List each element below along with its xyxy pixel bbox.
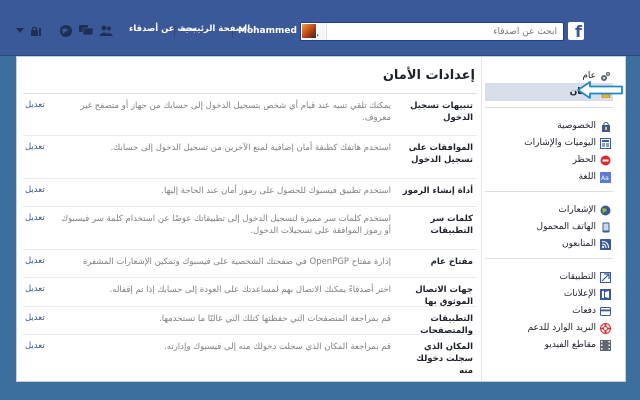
payments-icon xyxy=(600,306,611,317)
notifications-globe-icon[interactable] xyxy=(58,23,74,39)
settings-sidebar: عام الأمان الخصوصية اليوميات والإشارات ا… xyxy=(481,57,625,381)
sidebar-item-label: البريد الوارد للدعم xyxy=(527,323,596,333)
settings-row[interactable]: تنبيهات تسجيل الدخول يمكنك تلقي تنبيه عن… xyxy=(23,94,477,136)
setting-label: الموافقات على تسجيل الدخول xyxy=(408,143,473,165)
setting-label: التطبيقات والمتصفحات xyxy=(420,314,473,336)
security-settings-panel: إعدادات الأمان تنبيهات تسجيل الدخول يمكن… xyxy=(17,57,483,381)
sidebar-item-label: دفعات xyxy=(572,306,596,316)
edit-link[interactable]: تعديل xyxy=(25,213,45,223)
avatar xyxy=(300,23,317,39)
sidebar-item-label: اللغة xyxy=(578,172,596,182)
sidebar-item-label: اليوميات والإشارات xyxy=(524,138,596,148)
sidebar-item-ads[interactable]: الإعلانات xyxy=(485,285,613,303)
ads-icon xyxy=(600,288,611,300)
sidebar-item-apps[interactable]: التطبيقات xyxy=(485,268,613,286)
setting-description: استخدم هاتفك كطبقة أمان إضافية لمنع الآخ… xyxy=(110,143,391,153)
lifebuoy-icon xyxy=(600,322,611,334)
sidebar-divider xyxy=(485,107,613,108)
sidebar-item-label: الإشعارات xyxy=(558,205,596,215)
sidebar-item-followers[interactable]: المتابعون xyxy=(485,235,613,253)
sidebar-item-label: المتابعون xyxy=(561,239,596,249)
sidebar-item-label: الإعلانات xyxy=(563,289,596,299)
language-icon: Aa xyxy=(600,171,611,183)
globe-icon xyxy=(600,205,611,216)
edit-link[interactable]: تعديل xyxy=(25,284,45,294)
search-box xyxy=(300,22,564,41)
block-icon xyxy=(600,155,611,166)
edit-link[interactable]: تعديل xyxy=(25,100,45,110)
sidebar-item-notifications[interactable]: الإشعارات xyxy=(485,201,613,219)
settings-card: إعدادات الأمان تنبيهات تسجيل الدخول يمكن… xyxy=(16,56,626,382)
timeline-icon xyxy=(600,137,611,149)
setting-description: استخدم تطبيق فيسبوك للحصول على رموز أمان… xyxy=(161,186,391,196)
sidebar-item-privacy[interactable]: الخصوصية xyxy=(485,117,613,135)
sidebar-item-blocking[interactable]: الحظر xyxy=(485,151,613,169)
top-bar: f Mohammed الصفحة الرئيسية بحث عن أصدقاء xyxy=(0,0,640,56)
sidebar-item-label: الخصوصية xyxy=(557,121,596,131)
setting-label: كلمات سر التطبيقات xyxy=(430,214,473,236)
edit-link[interactable]: تعديل xyxy=(25,313,45,323)
edit-link[interactable]: تعديل xyxy=(25,185,45,195)
setting-label: مفتاح عام xyxy=(430,257,473,267)
sidebar-divider xyxy=(485,258,613,259)
settings-row[interactable]: مفتاح عام إدارة مفتاح OpenPGP في صفحتك ا… xyxy=(23,250,477,278)
find-friends-link[interactable]: بحث عن أصدقاء xyxy=(129,24,196,34)
arrow-left-icon xyxy=(577,81,623,99)
edit-link[interactable]: تعديل xyxy=(25,256,45,266)
settings-row[interactable]: أداة إنشاء الرموز استخدم تطبيق فيسبوك لل… xyxy=(23,179,477,207)
setting-description: قم بمراجعة المكان الذي سجلت دخولك منه إل… xyxy=(164,342,391,352)
settings-row[interactable]: المكان الذي سجلت دخولك منه قم بمراجعة ال… xyxy=(23,335,477,377)
setting-label: المكان الذي سجلت دخولك منه xyxy=(416,342,473,376)
sidebar-item-timeline[interactable]: اليوميات والإشارات xyxy=(485,134,613,152)
search-input[interactable] xyxy=(327,23,563,40)
settings-row[interactable]: جهات الاتصال الموثوق بها اختر أصدقاءً يم… xyxy=(23,278,477,307)
sidebar-item-videos[interactable]: مقاطع الفيديو xyxy=(485,336,613,354)
sidebar-item-label: الحظر xyxy=(572,155,596,165)
sidebar-item-mobile[interactable]: الهاتف المحمول xyxy=(485,218,613,236)
edit-link[interactable]: تعديل xyxy=(25,142,45,152)
setting-label: أداة إنشاء الرموز xyxy=(402,186,473,196)
sidebar-item-label: مقاطع الفيديو xyxy=(544,340,596,350)
sidebar-item-payments[interactable]: دفعات xyxy=(485,302,613,320)
messages-icon[interactable] xyxy=(78,23,94,39)
facebook-logo[interactable]: f xyxy=(568,22,584,40)
chevron-down-icon[interactable] xyxy=(12,23,28,39)
sidebar-item-support-inbox[interactable]: البريد الوارد للدعم xyxy=(485,319,613,337)
settings-row[interactable]: الموافقات على تسجيل الدخول استخدم هاتفك … xyxy=(23,136,477,179)
sidebar-item-label: التطبيقات xyxy=(559,272,596,282)
rss-icon xyxy=(600,238,611,250)
setting-label: تنبيهات تسجيل الدخول xyxy=(410,101,473,123)
friend-requests-icon[interactable] xyxy=(98,23,114,39)
sidebar-item-label: الهاتف المحمول xyxy=(536,222,596,232)
sidebar-item-language[interactable]: Aa اللغة xyxy=(485,168,613,186)
svg-text:Aa: Aa xyxy=(601,175,609,182)
setting-description: قم بمراجعة المتصفحات التي حفظتها كتلك ال… xyxy=(159,314,391,324)
settings-row[interactable]: كلمات سر التطبيقات استخدم كلمات سر مميزة… xyxy=(23,207,477,250)
mobile-icon xyxy=(600,222,611,233)
edit-link[interactable]: تعديل xyxy=(25,341,45,351)
video-icon xyxy=(600,339,611,351)
setting-description: يمكنك تلقي تنبيه عند قيام أي شخص بتسجيل … xyxy=(80,101,391,123)
setting-description: استخدم كلمات سر مميزة لتسجيل الدخول إلى … xyxy=(61,214,391,236)
setting-description: إدارة مفتاح OpenPGP في صفحتك الشخصية على… xyxy=(82,257,391,267)
settings-row[interactable]: التطبيقات والمتصفحات قم بمراجعة المتصفحا… xyxy=(23,307,477,336)
privacy-lock-icon xyxy=(600,121,611,132)
privacy-shortcuts-icon[interactable] xyxy=(28,23,44,39)
setting-description: اختر أصدقاءً يمكنك الاتصال بهم لمساعدتك … xyxy=(109,285,391,295)
setting-label: جهات الاتصال الموثوق بها xyxy=(415,285,473,307)
page-title: إعدادات الأمان xyxy=(382,68,475,83)
sidebar-divider xyxy=(485,191,613,192)
apps-icon xyxy=(600,271,611,283)
